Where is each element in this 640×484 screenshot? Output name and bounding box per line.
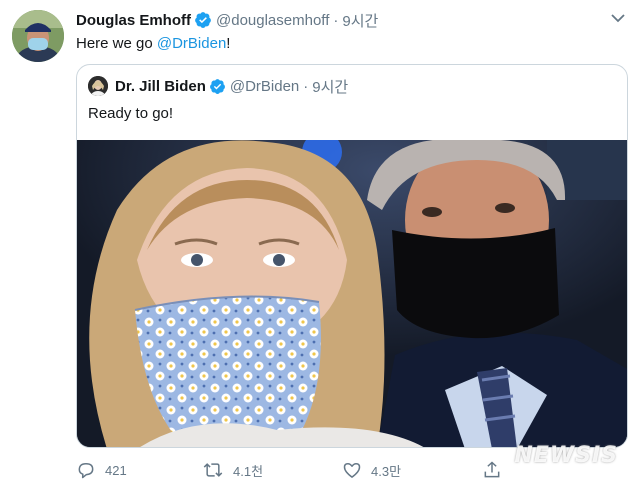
quoted-tweet-header: Dr. Jill Biden @DrBiden · 9시간 bbox=[115, 75, 348, 97]
author-avatar[interactable] bbox=[12, 10, 64, 62]
quoted-author-name[interactable]: Dr. Jill Biden bbox=[115, 78, 206, 95]
separator-dot: · bbox=[303, 77, 309, 95]
quoted-tweet[interactable]: Dr. Jill Biden @DrBiden · 9시간 Ready to g… bbox=[76, 64, 628, 448]
tweet-header: Douglas Emhoff @douglasemhoff · 9시간 bbox=[76, 9, 378, 31]
heart-icon bbox=[343, 463, 361, 478]
mention-link[interactable]: @DrBiden bbox=[157, 35, 226, 52]
quoted-timestamp[interactable]: 9시간 bbox=[312, 76, 348, 97]
author-name[interactable]: Douglas Emhoff bbox=[76, 12, 191, 29]
reply-button[interactable]: 421 bbox=[76, 458, 127, 482]
quoted-author-handle[interactable]: @DrBiden bbox=[230, 78, 299, 95]
retweet-button[interactable]: 4.1천 bbox=[202, 458, 263, 482]
timestamp[interactable]: 9시간 bbox=[342, 10, 378, 31]
share-button[interactable] bbox=[482, 458, 511, 482]
tweet-text: Here we go @DrBiden! bbox=[76, 35, 230, 52]
author-handle[interactable]: @douglasemhoff bbox=[216, 12, 329, 29]
tweet-card[interactable]: Douglas Emhoff @douglasemhoff · 9시간 Here… bbox=[0, 0, 640, 484]
newsis-watermark: NEWSIS bbox=[514, 443, 618, 468]
quoted-tweet-photo[interactable] bbox=[77, 140, 627, 447]
like-count: 4.3만 bbox=[371, 463, 402, 479]
quoted-author-avatar[interactable] bbox=[88, 76, 108, 96]
verified-badge-icon bbox=[209, 78, 225, 94]
reply-icon bbox=[78, 463, 94, 479]
separator-dot: · bbox=[333, 11, 339, 29]
tweet-text-prefix: Here we go bbox=[76, 35, 157, 52]
retweet-icon bbox=[203, 463, 223, 477]
tweet-text-suffix: ! bbox=[226, 35, 231, 52]
quoted-tweet-text: Ready to go! bbox=[88, 105, 174, 122]
chevron-down-icon[interactable] bbox=[610, 12, 626, 24]
retweet-count: 4.1천 bbox=[233, 463, 264, 479]
share-icon bbox=[484, 461, 500, 478]
like-button[interactable]: 4.3만 bbox=[342, 458, 401, 482]
verified-badge-icon bbox=[195, 12, 211, 28]
reply-count: 421 bbox=[105, 462, 127, 478]
